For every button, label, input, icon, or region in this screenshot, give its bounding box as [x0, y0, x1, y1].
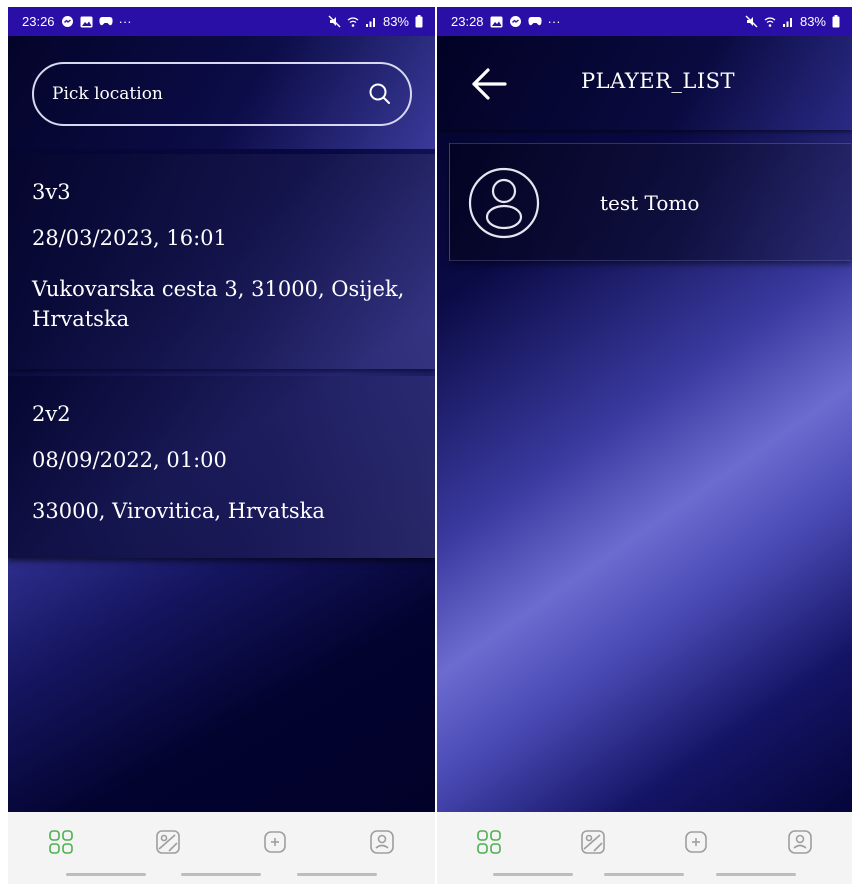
- game-card[interactable]: 2v2 08/09/2022, 01:00 33000, Virovitica,…: [8, 376, 435, 558]
- home-bar: [297, 873, 378, 876]
- nav-profile-icon[interactable]: [784, 826, 816, 858]
- game-address: 33000, Virovitica, Hrvatska: [32, 499, 325, 523]
- gallery-icon: [490, 16, 503, 28]
- game-card[interactable]: 3v3 28/03/2023, 16:01 Vukovarska cesta 3…: [8, 154, 435, 369]
- mute-icon: [745, 15, 758, 28]
- search-icon[interactable]: [368, 82, 392, 106]
- messenger-icon: [61, 15, 74, 28]
- home-indicator: [437, 873, 852, 876]
- home-bar: [716, 873, 797, 876]
- nav-home-grid-icon[interactable]: [45, 826, 77, 858]
- player-name: test Tomo: [600, 191, 700, 215]
- status-time: 23:28: [451, 14, 484, 29]
- home-bar: [492, 873, 573, 876]
- wifi-icon: [347, 16, 359, 28]
- nav-add-icon[interactable]: [259, 826, 291, 858]
- player-list-screen: PLAYER_LIST test Tomo: [437, 36, 852, 812]
- messenger-icon: [509, 15, 522, 28]
- nav-profile-icon[interactable]: [366, 826, 398, 858]
- left-phone-screen: 23:26 ··· 83% Pick location 3v3 28/03/20…: [0, 0, 435, 884]
- status-bar: 23:28 ··· 83%: [437, 7, 852, 36]
- home-bar: [181, 873, 262, 876]
- back-arrow-icon[interactable]: [469, 64, 509, 104]
- mute-icon: [328, 15, 341, 28]
- status-more-dots: ···: [547, 14, 561, 29]
- home-bar: [65, 873, 146, 876]
- game-controller-icon: [527, 16, 542, 27]
- player-list-item[interactable]: test Tomo: [449, 143, 852, 261]
- home-bar: [604, 873, 685, 876]
- status-bar: 23:26 ··· 83%: [8, 7, 435, 36]
- bottom-navigation: [8, 812, 435, 884]
- battery-icon: [832, 15, 840, 28]
- battery-percent: 83%: [382, 14, 409, 29]
- games-screen: 3v3 28/03/2023, 16:01 Vukovarska cesta 3…: [8, 36, 435, 812]
- right-phone-screen: 23:28 ··· 83% PLAYER_LIST test Tomo: [437, 0, 852, 884]
- wifi-icon: [764, 16, 776, 28]
- game-controller-icon: [98, 16, 113, 27]
- nav-add-icon[interactable]: [680, 826, 712, 858]
- search-header: [8, 36, 435, 149]
- nav-home-grid-icon[interactable]: [473, 826, 505, 858]
- signal-icon: [782, 16, 794, 28]
- gallery-icon: [80, 16, 93, 28]
- nav-image-icon[interactable]: [152, 826, 184, 858]
- game-type: 2v2: [32, 402, 71, 426]
- battery-icon: [415, 15, 423, 28]
- home-indicator: [8, 873, 435, 876]
- app-header: PLAYER_LIST: [437, 36, 852, 130]
- battery-percent: 83%: [799, 14, 826, 29]
- game-datetime: 08/09/2022, 01:00: [32, 448, 227, 472]
- avatar-user-icon: [468, 167, 540, 239]
- bottom-navigation: [437, 812, 852, 884]
- location-search-box[interactable]: [32, 62, 412, 126]
- nav-image-icon[interactable]: [577, 826, 609, 858]
- game-address: Vukovarska cesta 3, 31000, Osijek, Hrvat…: [32, 277, 405, 331]
- signal-icon: [365, 16, 377, 28]
- game-type: 3v3: [32, 180, 71, 204]
- page-title: PLAYER_LIST: [581, 69, 736, 93]
- location-search-input[interactable]: [52, 84, 352, 104]
- status-time: 23:26: [22, 14, 55, 29]
- status-more-dots: ···: [118, 14, 132, 29]
- game-datetime: 28/03/2023, 16:01: [32, 226, 227, 250]
